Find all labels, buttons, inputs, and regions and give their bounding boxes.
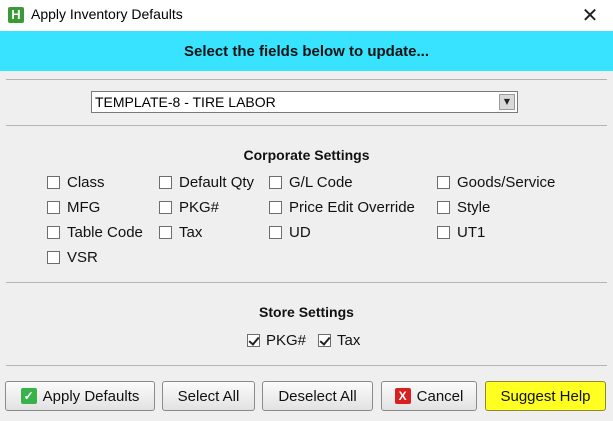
checkbox-label: VSR (67, 248, 98, 266)
checkbox-ut1[interactable]: UT1 (437, 223, 485, 241)
divider (6, 282, 607, 283)
checkbox-label: Price Edit Override (289, 198, 415, 216)
checkbox-box[interactable] (269, 200, 282, 214)
checkbox-label: Tax (179, 223, 203, 241)
checkbox-price-edit-override[interactable]: Price Edit Override (269, 198, 415, 216)
checkbox-label: G/L Code (289, 173, 353, 191)
checkbox-box[interactable] (437, 200, 450, 214)
cancel-button[interactable]: X Cancel (381, 381, 477, 411)
checkbox-box[interactable] (269, 175, 282, 189)
checkbox-box[interactable] (47, 175, 60, 189)
settings-panel: TEMPLATE-8 - TIRE LABOR ▼ Corporate Sett… (0, 71, 613, 421)
checkbox-box[interactable] (47, 200, 60, 214)
checkbox-pkg[interactable]: PKG# (159, 198, 219, 216)
checkbox-label: Class (67, 173, 105, 191)
divider (6, 365, 607, 366)
checkbox-label: Style (457, 198, 491, 216)
checkbox-box[interactable] (159, 175, 172, 189)
store-checkbox-pkg[interactable]: PKG# (247, 331, 306, 349)
store-settings-title: Store Settings (259, 304, 354, 320)
checkbox-label: PKG# (266, 331, 307, 349)
apply-defaults-label: Apply Defaults (42, 387, 140, 405)
checkbox-goods-service[interactable]: Goods/Service (437, 173, 555, 191)
checkbox-label: Tax (337, 331, 361, 349)
checkbox-table-code[interactable]: Table Code (47, 223, 143, 241)
checkbox-label: Goods/Service (457, 173, 556, 191)
template-dropdown-value: TEMPLATE-8 - TIRE LABOR (95, 94, 276, 110)
checkbox-default-qty[interactable]: Default Qty (159, 173, 254, 191)
title-bar: H Apply Inventory Defaults ✕ (0, 0, 613, 31)
checkbox-box[interactable] (47, 225, 60, 239)
checkbox-style[interactable]: Style (437, 198, 490, 216)
checkmark-icon: ✓ (20, 388, 37, 404)
checkbox-ud[interactable]: UD (269, 223, 311, 241)
template-dropdown[interactable]: TEMPLATE-8 - TIRE LABOR ▼ (91, 91, 518, 113)
checkbox-box[interactable] (159, 225, 172, 239)
checkbox-box-checked[interactable] (318, 333, 331, 347)
checkbox-label: Default Qty (179, 173, 255, 191)
deselect-all-label: Deselect All (278, 387, 357, 405)
select-all-button[interactable]: Select All (162, 381, 255, 411)
checkbox-class[interactable]: Class (47, 173, 105, 191)
close-icon[interactable]: ✕ (577, 3, 603, 27)
checkbox-box[interactable] (437, 225, 450, 239)
suggest-help-button[interactable]: Suggest Help (485, 381, 606, 411)
divider (6, 125, 607, 126)
instruction-banner: Select the fields below to update... (0, 31, 613, 71)
checkbox-box[interactable] (159, 200, 172, 214)
deselect-all-button[interactable]: Deselect All (262, 381, 373, 411)
checkbox-box[interactable] (47, 250, 60, 264)
divider (6, 79, 607, 80)
cancel-label: Cancel (416, 387, 464, 405)
checkbox-label: MFG (67, 198, 101, 216)
window-title: Apply Inventory Defaults (31, 6, 183, 22)
checkbox-mfg[interactable]: MFG (47, 198, 100, 216)
checkbox-box-checked[interactable] (247, 333, 260, 347)
checkbox-label: UT1 (457, 223, 486, 241)
corporate-settings-title: Corporate Settings (243, 147, 370, 163)
store-checkbox-tax[interactable]: Tax (318, 331, 360, 349)
checkbox-box[interactable] (437, 175, 450, 189)
cancel-x-icon: X (394, 388, 411, 404)
apply-defaults-button[interactable]: ✓ Apply Defaults (5, 381, 155, 411)
checkbox-box[interactable] (269, 225, 282, 239)
select-all-label: Select All (177, 387, 240, 405)
app-logo-icon: H (8, 7, 24, 23)
chevron-down-icon[interactable]: ▼ (499, 94, 515, 110)
banner-text: Select the fields below to update... (183, 42, 430, 60)
checkbox-vsr[interactable]: VSR (47, 248, 98, 266)
checkbox-gl-code[interactable]: G/L Code (269, 173, 353, 191)
checkbox-tax[interactable]: Tax (159, 223, 202, 241)
checkbox-label: Table Code (67, 223, 143, 241)
checkbox-label: PKG# (179, 198, 220, 216)
checkbox-label: UD (289, 223, 311, 241)
suggest-help-label: Suggest Help (500, 387, 591, 405)
